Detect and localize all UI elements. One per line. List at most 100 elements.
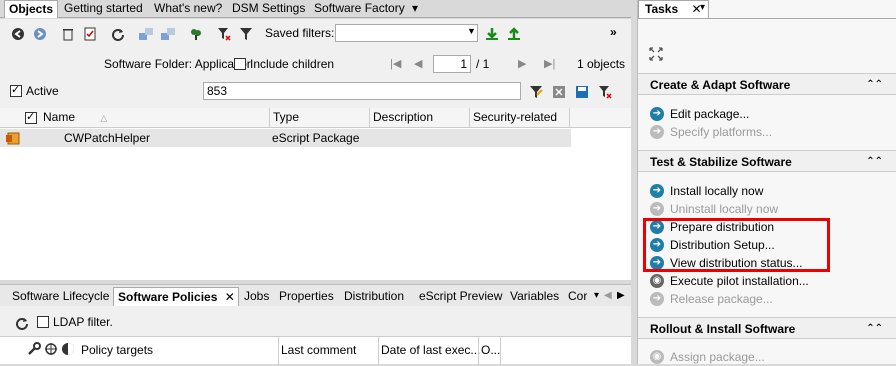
clear-search-icon[interactable]	[551, 84, 567, 100]
tab-whats-new[interactable]: What's new?	[150, 0, 226, 18]
tab-cor[interactable]: Cor	[564, 287, 591, 307]
task-label: Execute pilot installation...	[670, 274, 809, 288]
clear-filter-icon[interactable]	[216, 26, 232, 42]
tab-jobs[interactable]: Jobs	[240, 287, 273, 307]
active-checkbox[interactable]	[10, 83, 22, 97]
back-icon[interactable]	[10, 26, 26, 42]
task-install-locally[interactable]: ➔ Install locally now	[650, 182, 763, 200]
task-label: Assign package...	[670, 350, 765, 364]
task-release-package[interactable]: ➔ Release package...	[650, 290, 773, 308]
column-o[interactable]: O...	[481, 343, 500, 357]
tab-escript-preview[interactable]: eScript Preview	[415, 287, 506, 307]
task-uninstall-locally[interactable]: ➔ Uninstall locally now	[650, 200, 778, 218]
tab-distribution[interactable]: Distribution	[340, 287, 408, 307]
close-icon[interactable]: ✕	[225, 290, 235, 304]
ldap-filter-label: LDAP filter.	[53, 315, 113, 329]
panel-menu-icon[interactable]: ▾	[700, 2, 705, 13]
saved-filters-select[interactable]	[335, 24, 478, 42]
scroll-right-icon[interactable]: ▶	[617, 290, 625, 301]
plant-icon[interactable]	[188, 26, 204, 42]
collapse-icon[interactable]: ⌃⌃	[866, 151, 883, 173]
include-children-label: Include children	[250, 57, 335, 71]
section-rollout-install[interactable]: Rollout & Install Software ⌃⌃	[638, 317, 896, 339]
tab-getting-started[interactable]: Getting started	[60, 0, 147, 18]
policies-panel: LDAP filter. Policy targets Last comment…	[0, 306, 631, 365]
column-divider	[500, 337, 501, 365]
tab-divider	[638, 18, 896, 19]
tasks-title: Tasks	[645, 2, 679, 16]
column-type[interactable]: Type	[270, 108, 370, 128]
target-icon: ◉	[650, 350, 664, 364]
column-divider	[478, 337, 479, 365]
column-description[interactable]: Description	[370, 108, 470, 128]
filter-icon[interactable]	[238, 26, 254, 42]
next-page-icon[interactable]: ▶	[518, 57, 526, 70]
section-create-adapt[interactable]: Create & Adapt Software ⌃⌃	[638, 73, 896, 95]
properties-icon[interactable]	[82, 26, 98, 42]
target-icon: ◉	[650, 274, 664, 288]
first-page-icon[interactable]: |◀	[390, 57, 401, 70]
tab-overflow-icon[interactable]: ▾	[594, 290, 599, 301]
tab-tasks[interactable]: Tasks ✕	[638, 0, 709, 18]
highlight-box	[643, 218, 830, 272]
refresh-icon[interactable]	[110, 26, 126, 42]
tab-overflow-icon[interactable]: ▾	[408, 0, 422, 18]
include-children-checkbox[interactable]	[234, 58, 246, 70]
search-input[interactable]	[203, 82, 521, 100]
target-icon	[43, 341, 59, 357]
toolbar-overflow-icon[interactable]: »	[610, 25, 617, 39]
status-icon	[60, 341, 76, 357]
column-last-comment[interactable]: Last comment	[281, 343, 356, 357]
upload-icon[interactable]	[506, 26, 522, 42]
column-divider	[378, 337, 379, 365]
software-folder-label: Software Folder: Applicatior	[104, 57, 251, 71]
tab-objects[interactable]: Objects	[4, 0, 59, 18]
forward-icon[interactable]	[32, 26, 48, 42]
section-title: Test & Stabilize Software	[650, 155, 792, 169]
tab-variables[interactable]: Variables	[506, 287, 563, 307]
prev-page-icon[interactable]: ◀	[414, 57, 422, 70]
task-execute-pilot[interactable]: ◉ Execute pilot installation...	[650, 272, 809, 290]
scroll-left-icon[interactable]: ◀	[604, 290, 612, 301]
collapse-icon[interactable]: ⌃⌃	[866, 74, 883, 96]
task-specify-platforms[interactable]: ➔ Specify platforms...	[650, 123, 772, 141]
section-title: Rollout & Install Software	[650, 322, 796, 336]
tab-software-policies[interactable]: Software Policies ✕	[113, 287, 239, 307]
move-left-icon[interactable]	[138, 26, 154, 42]
tab-software-lifecycle[interactable]: Software Lifecycle	[8, 287, 113, 307]
task-label: Install locally now	[670, 184, 764, 198]
remove-filter-icon[interactable]	[597, 84, 613, 100]
column-name-label: Name	[43, 110, 76, 124]
column-security-related[interactable]: Security-related	[470, 108, 570, 128]
column-name[interactable]: Name △	[40, 108, 270, 128]
tab-dsm-settings[interactable]: DSM Settings	[228, 0, 309, 18]
task-assign-package[interactable]: ◉ Assign package...	[650, 348, 765, 366]
select-all-checkbox[interactable]	[25, 110, 37, 124]
ldap-filter-checkbox[interactable]	[37, 316, 49, 328]
refresh-icon[interactable]	[14, 315, 30, 331]
move-right-icon[interactable]	[160, 26, 176, 42]
expand-icon[interactable]	[648, 46, 664, 62]
save-filter-icon[interactable]	[574, 84, 590, 100]
main-toolbar: Saved filters: ▼ »	[0, 19, 631, 48]
column-date-last-exec[interactable]: Date of last exec...	[381, 343, 480, 357]
chevron-down-icon[interactable]: ▼	[467, 26, 476, 36]
tab-software-factory[interactable]: Software Factory	[310, 0, 409, 18]
object-count: 1 objects	[577, 57, 626, 71]
column-policy-targets[interactable]: Policy targets	[81, 343, 153, 357]
delete-icon[interactable]	[60, 26, 76, 42]
arrow-right-icon: ➔	[650, 107, 664, 121]
tasks-panel: Tasks ✕ ▾ Create & Adapt Software ⌃⌃ ➔ Ed…	[637, 0, 896, 364]
download-icon[interactable]	[484, 26, 500, 42]
policies-grid: Policy targets Last comment Date of last…	[0, 336, 631, 365]
section-test-stabilize[interactable]: Test & Stabilize Software ⌃⌃	[638, 150, 896, 172]
objects-tabbar: Objects Getting started What's new? DSM …	[0, 0, 631, 18]
page-input[interactable]	[433, 55, 471, 73]
task-edit-package[interactable]: ➔ Edit package...	[650, 105, 749, 123]
last-page-icon[interactable]: ▶|	[544, 57, 555, 70]
collapse-icon[interactable]: ⌃⌃	[866, 318, 883, 340]
apply-filter-icon[interactable]	[528, 84, 544, 100]
table-row[interactable]: CWPatchHelper eScript Package	[0, 129, 571, 147]
tab-properties[interactable]: Properties	[275, 287, 338, 307]
arrow-right-icon: ➔	[650, 202, 664, 216]
